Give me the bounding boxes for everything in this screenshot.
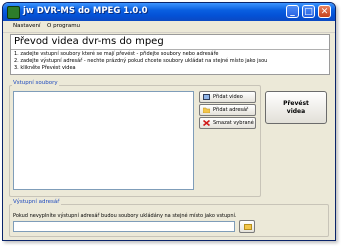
convert-videos-button[interactable]: Převést videa	[265, 91, 327, 124]
app-icon	[7, 6, 20, 19]
step-1: 1. zadejte vstupní soubory které se mají…	[14, 51, 219, 57]
maximize-button[interactable]: □	[302, 5, 315, 18]
menu-settings[interactable]: Nastavení	[13, 23, 41, 29]
output-folder-note: Pokud nevyplníte výstupní adresář budou …	[13, 213, 237, 219]
output-folder-label: Výstupní adresář	[12, 199, 61, 205]
folder-icon	[244, 224, 252, 230]
add-folder-button[interactable]: Přidat adresář	[199, 104, 256, 116]
title-bar[interactable]: jw DVR-MS do MPEG 1.0.0 _ □ ✕	[3, 3, 335, 21]
add-folder-label: Přidat adresář	[213, 107, 249, 113]
convert-label-line2: videa	[286, 108, 306, 115]
window-title: jw DVR-MS do MPEG 1.0.0	[23, 6, 148, 16]
menu-bar: Nastavení O programu	[3, 21, 335, 33]
folder-icon	[203, 107, 210, 113]
convert-label-line1: Převést	[283, 100, 309, 107]
red-x-icon	[203, 120, 210, 126]
remove-selected-button[interactable]: Smazat vybrané	[199, 117, 256, 129]
input-files-list[interactable]	[13, 91, 194, 190]
header-divider	[11, 49, 329, 50]
film-icon	[203, 94, 210, 100]
step-3: 3. klikněte Převést videa	[14, 65, 76, 71]
minimize-button[interactable]: _	[286, 5, 299, 18]
instructions-panel: Převod videa dvr-ms do mpeg 1. zadejte v…	[10, 34, 330, 75]
browse-folder-button[interactable]	[239, 220, 255, 233]
add-video-button[interactable]: Přidat video	[199, 91, 256, 103]
page-title: Převod videa dvr-ms do mpeg	[14, 36, 164, 47]
close-button[interactable]: ✕	[318, 5, 331, 18]
step-2: 2. zadejte výstupní adresář - nechte prá…	[14, 58, 268, 64]
remove-selected-label: Smazat vybrané	[213, 120, 254, 126]
add-video-label: Přidat video	[213, 94, 243, 100]
output-folder-input[interactable]	[13, 221, 235, 232]
input-files-label: Vstupní soubory	[12, 80, 59, 86]
app-window: jw DVR-MS do MPEG 1.0.0 _ □ ✕ Nastavení …	[2, 2, 336, 241]
menu-about[interactable]: O programu	[47, 23, 80, 29]
